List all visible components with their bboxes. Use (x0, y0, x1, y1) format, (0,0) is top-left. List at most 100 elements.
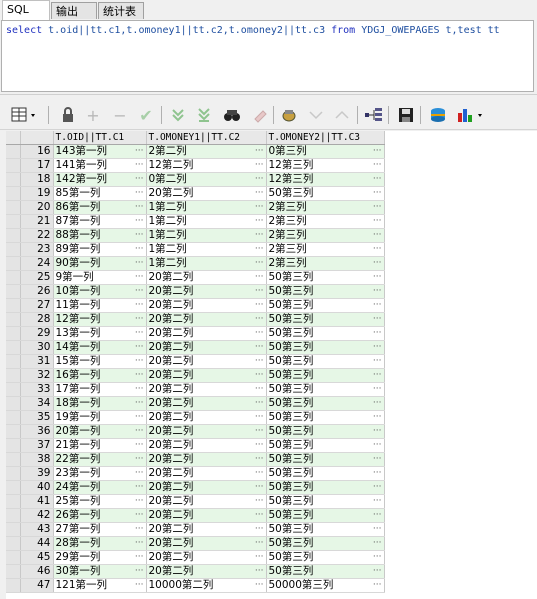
cell-more-button[interactable]: ··· (373, 229, 382, 242)
table-cell[interactable]: 2第三列 ··· (266, 242, 385, 257)
table-cell[interactable]: 2第二列 ··· (146, 144, 267, 159)
table-cell[interactable]: 20第二列 ··· (146, 466, 267, 481)
row-marker[interactable] (6, 270, 21, 285)
table-cell[interactable]: 12第三列 ··· (266, 172, 385, 187)
cell-more-button[interactable]: ··· (255, 299, 264, 312)
cell-more-button[interactable]: ··· (255, 243, 264, 256)
tree-icon[interactable] (364, 105, 384, 125)
table-cell[interactable]: 1第二列 ··· (146, 228, 267, 243)
fetch-all-icon[interactable] (194, 105, 214, 125)
table-cell[interactable]: 50第三列 ··· (266, 354, 385, 369)
table-cell[interactable]: 20第二列 ··· (146, 508, 267, 523)
cell-more-button[interactable]: ··· (255, 411, 264, 424)
result-grid[interactable]: T.OID||TT.C1 T.OMONEY1||TT.C2 T.OMONEY2|… (6, 131, 537, 599)
table-cell[interactable]: 50第三列 ··· (266, 536, 385, 551)
table-row[interactable]: 34 18第一列 ··· 20第二列 ··· 50第三列 ··· (6, 396, 385, 411)
cell-more-button[interactable]: ··· (135, 257, 144, 270)
cell-more-button[interactable]: ··· (135, 355, 144, 368)
tab-output[interactable]: 输出 (51, 2, 97, 19)
cell-more-button[interactable]: ··· (135, 425, 144, 438)
table-cell[interactable]: 50第三列 ··· (266, 298, 385, 313)
cell-more-button[interactable]: ··· (373, 257, 382, 270)
cell-more-button[interactable]: ··· (255, 565, 264, 578)
row-marker[interactable] (6, 382, 21, 397)
cell-more-button[interactable]: ··· (255, 537, 264, 550)
cell-more-button[interactable]: ··· (135, 467, 144, 480)
cell-more-button[interactable]: ··· (135, 173, 144, 186)
query-icon[interactable] (280, 105, 300, 125)
cell-more-button[interactable]: ··· (255, 551, 264, 564)
row-marker[interactable] (6, 452, 21, 467)
cell-more-button[interactable]: ··· (135, 215, 144, 228)
cell-more-button[interactable]: ··· (135, 579, 144, 592)
table-cell[interactable]: 50第三列 ··· (266, 564, 385, 579)
row-marker[interactable] (6, 340, 21, 355)
table-cell[interactable]: 20第二列 ··· (146, 438, 267, 453)
table-cell[interactable]: 20第二列 ··· (146, 382, 267, 397)
row-marker[interactable] (6, 200, 21, 215)
table-cell[interactable]: 0第二列 ··· (146, 172, 267, 187)
cell-more-button[interactable]: ··· (255, 173, 264, 186)
cell-more-button[interactable]: ··· (255, 397, 264, 410)
cell-more-button[interactable]: ··· (135, 369, 144, 382)
row-marker[interactable] (6, 172, 21, 187)
table-cell[interactable]: 24第一列 ··· (53, 480, 147, 495)
cell-more-button[interactable]: ··· (255, 383, 264, 396)
cell-more-button[interactable]: ··· (373, 565, 382, 578)
table-cell[interactable]: 50第三列 ··· (266, 494, 385, 509)
row-marker[interactable] (6, 214, 21, 229)
table-cell[interactable]: 50第三列 ··· (266, 550, 385, 565)
table-cell[interactable]: 50第三列 ··· (266, 326, 385, 341)
table-cell[interactable]: 50第三列 ··· (266, 368, 385, 383)
table-cell[interactable]: 20第二列 ··· (146, 536, 267, 551)
column-header[interactable]: T.OID||TT.C1 (53, 131, 147, 145)
cell-more-button[interactable]: ··· (373, 523, 382, 536)
cell-more-button[interactable]: ··· (135, 299, 144, 312)
table-cell[interactable]: 29第一列 ··· (53, 550, 147, 565)
table-cell[interactable]: 50第三列 ··· (266, 508, 385, 523)
row-marker[interactable] (6, 578, 21, 593)
table-cell[interactable]: 20第一列 ··· (53, 424, 147, 439)
row-marker[interactable] (6, 284, 21, 299)
row-marker[interactable] (6, 480, 21, 495)
table-cell[interactable]: 89第一列 ··· (53, 242, 147, 257)
table-cell[interactable]: 27第一列 ··· (53, 522, 147, 537)
table-row[interactable]: 38 22第一列 ··· 20第二列 ··· 50第三列 ··· (6, 452, 385, 467)
table-row[interactable]: 36 20第一列 ··· 20第二列 ··· 50第三列 ··· (6, 424, 385, 439)
cell-more-button[interactable]: ··· (255, 523, 264, 536)
table-cell[interactable]: 23第一列 ··· (53, 466, 147, 481)
table-cell[interactable]: 50第三列 ··· (266, 396, 385, 411)
table-cell[interactable]: 20第二列 ··· (146, 522, 267, 537)
cell-more-button[interactable]: ··· (255, 327, 264, 340)
table-cell[interactable]: 142第一列 ··· (53, 172, 147, 187)
cell-more-button[interactable]: ··· (255, 579, 264, 592)
cell-more-button[interactable]: ··· (135, 481, 144, 494)
table-cell[interactable]: 11第一列 ··· (53, 298, 147, 313)
cell-more-button[interactable]: ··· (373, 313, 382, 326)
cell-more-button[interactable]: ··· (373, 425, 382, 438)
cell-more-button[interactable]: ··· (373, 467, 382, 480)
cell-more-button[interactable]: ··· (255, 439, 264, 452)
cell-more-button[interactable]: ··· (255, 355, 264, 368)
table-cell[interactable]: 19第一列 ··· (53, 410, 147, 425)
row-marker[interactable] (6, 522, 21, 537)
table-cell[interactable]: 50第三列 ··· (266, 270, 385, 285)
table-cell[interactable]: 10000第二列 ··· (146, 578, 267, 593)
row-marker[interactable] (6, 368, 21, 383)
table-row[interactable]: 24 90第一列 ··· 1第二列 ··· 2第三列 ··· (6, 256, 385, 271)
save-icon[interactable] (396, 105, 416, 125)
table-cell[interactable]: 12第一列 ··· (53, 312, 147, 327)
row-marker[interactable] (6, 298, 21, 313)
table-cell[interactable]: 50第三列 ··· (266, 522, 385, 537)
cell-more-button[interactable]: ··· (135, 565, 144, 578)
cell-more-button[interactable]: ··· (255, 341, 264, 354)
cell-more-button[interactable]: ··· (255, 159, 264, 172)
cell-more-button[interactable]: ··· (255, 495, 264, 508)
down-arrow-icon[interactable] (306, 105, 326, 125)
cell-more-button[interactable]: ··· (373, 369, 382, 382)
row-marker[interactable] (6, 242, 21, 257)
table-cell[interactable]: 121第一列 ··· (53, 578, 147, 593)
cell-more-button[interactable]: ··· (135, 383, 144, 396)
cell-more-button[interactable]: ··· (255, 271, 264, 284)
clear-icon[interactable] (250, 105, 270, 125)
